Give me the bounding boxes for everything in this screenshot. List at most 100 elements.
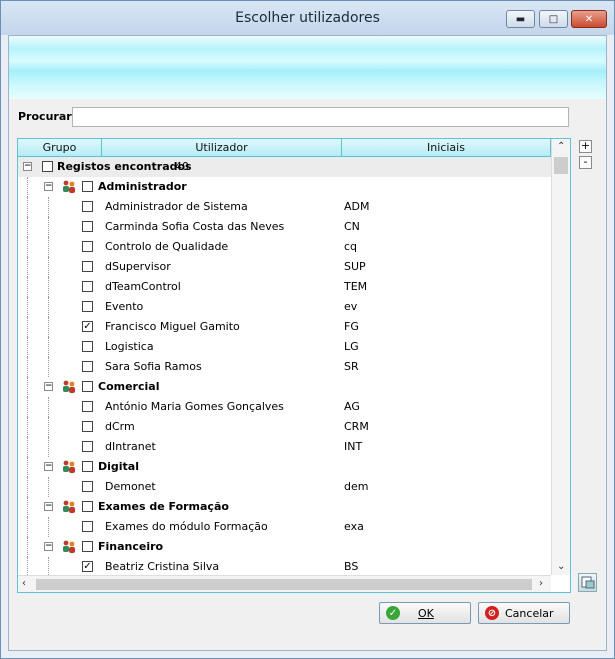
user-row[interactable]: Evento ev xyxy=(18,297,551,317)
group-label: Comercial xyxy=(98,380,160,393)
user-checkbox[interactable] xyxy=(82,301,93,312)
user-name: Carminda Sofia Costa das Neves xyxy=(105,220,285,233)
collapse-all-button[interactable]: - xyxy=(579,156,592,169)
user-checkbox[interactable] xyxy=(82,221,93,232)
user-checkbox[interactable] xyxy=(82,441,93,452)
root-checkbox[interactable] xyxy=(42,161,53,172)
scroll-up-icon[interactable]: ⌃ xyxy=(557,141,565,152)
user-initials: LG xyxy=(344,340,359,353)
users-group-icon xyxy=(62,180,76,193)
group-row[interactable]: − Digital xyxy=(18,457,551,477)
tree-line xyxy=(48,337,49,357)
scroll-right-icon[interactable]: › xyxy=(539,578,543,589)
user-row[interactable]: dTeamControl TEM xyxy=(18,277,551,297)
column-header-grupo[interactable]: Grupo xyxy=(18,139,102,156)
user-row[interactable]: Controlo de Qualidade cq xyxy=(18,237,551,257)
user-checkbox[interactable] xyxy=(82,201,93,212)
user-row[interactable]: dCrm CRM xyxy=(18,417,551,437)
user-initials: TEM xyxy=(344,280,368,293)
export-button[interactable] xyxy=(578,573,597,592)
close-button[interactable]: ✕ xyxy=(571,10,607,28)
group-row[interactable]: − Administrador xyxy=(18,177,551,197)
user-initials: BS xyxy=(344,560,359,573)
group-checkbox[interactable] xyxy=(82,461,93,472)
tree-line xyxy=(48,277,49,297)
ok-button[interactable]: ✓ OK xyxy=(379,602,471,624)
search-input[interactable] xyxy=(72,107,569,127)
user-name: Controlo de Qualidade xyxy=(105,240,229,253)
root-row[interactable]: − Registos encontrados 40 xyxy=(18,157,551,177)
user-initials: FG xyxy=(344,320,359,333)
collapse-icon[interactable]: − xyxy=(44,382,53,391)
column-header-iniciais[interactable]: Iniciais xyxy=(342,139,551,156)
horizontal-scrollbar[interactable]: ‹ › xyxy=(18,575,551,592)
group-checkbox[interactable] xyxy=(82,181,93,192)
user-checkbox[interactable]: ✓ xyxy=(82,321,93,332)
user-row[interactable]: dSupervisor SUP xyxy=(18,257,551,277)
user-checkbox[interactable]: ✓ xyxy=(82,561,93,572)
user-checkbox[interactable] xyxy=(82,261,93,272)
expand-all-button[interactable]: + xyxy=(579,140,592,153)
group-row[interactable]: − Comercial xyxy=(18,377,551,397)
user-row[interactable]: António Maria Gomes Gonçalves AG xyxy=(18,397,551,417)
cancel-button[interactable]: ⊘ Cancelar xyxy=(478,602,570,624)
tree-line xyxy=(27,537,28,557)
group-label: Digital xyxy=(98,460,139,473)
user-row[interactable]: ✓ Francisco Miguel Gamito FG xyxy=(18,317,551,337)
column-header-utilizador[interactable]: Utilizador xyxy=(102,139,342,156)
user-name: dSupervisor xyxy=(105,260,171,273)
tree-line xyxy=(27,177,28,197)
user-name: Exames do módulo Formação xyxy=(105,520,268,533)
user-checkbox[interactable] xyxy=(82,401,93,412)
tree-line xyxy=(27,297,28,317)
user-checkbox[interactable] xyxy=(82,281,93,292)
group-row[interactable]: − Financeiro xyxy=(18,537,551,557)
user-checkbox[interactable] xyxy=(82,421,93,432)
collapse-icon[interactable]: − xyxy=(44,502,53,511)
title-bar[interactable]: Escolher utilizadores ▬ □ ✕ xyxy=(1,1,614,35)
user-checkbox[interactable] xyxy=(82,521,93,532)
collapse-icon[interactable]: − xyxy=(44,542,53,551)
maximize-icon: □ xyxy=(548,13,559,25)
user-row[interactable]: Sara Sofia Ramos SR xyxy=(18,357,551,377)
tree-line xyxy=(27,377,28,397)
user-checkbox[interactable] xyxy=(82,481,93,492)
user-row[interactable]: dIntranet INT xyxy=(18,437,551,457)
tree-line xyxy=(27,317,28,337)
user-row[interactable]: Logistica LG xyxy=(18,337,551,357)
vertical-scrollbar[interactable]: ⌃ ⌄ xyxy=(551,139,570,575)
user-name: António Maria Gomes Gonçalves xyxy=(105,400,284,413)
scroll-down-icon[interactable]: ⌄ xyxy=(557,561,565,572)
maximize-button[interactable]: □ xyxy=(539,10,568,28)
user-name: dIntranet xyxy=(105,440,156,453)
root-label: Registos encontrados xyxy=(57,160,192,173)
user-name: dCrm xyxy=(105,420,135,433)
user-row[interactable]: Exames do módulo Formação exa xyxy=(18,517,551,537)
minimize-icon: ▬ xyxy=(515,13,526,25)
user-checkbox[interactable] xyxy=(82,361,93,372)
tree-line xyxy=(48,197,49,217)
user-row[interactable]: ✓ Beatriz Cristina Silva BS xyxy=(18,557,551,575)
user-row[interactable]: Carminda Sofia Costa das Neves CN xyxy=(18,217,551,237)
user-row[interactable]: Demonet dem xyxy=(18,477,551,497)
horizontal-scroll-thumb[interactable] xyxy=(36,579,532,590)
group-row[interactable]: − Exames de Formação xyxy=(18,497,551,517)
collapse-icon[interactable]: − xyxy=(23,162,32,171)
minimize-button[interactable]: ▬ xyxy=(506,10,535,28)
tree-line xyxy=(48,557,49,575)
tree-line xyxy=(48,517,49,537)
vertical-scroll-thumb[interactable] xyxy=(554,157,568,174)
group-checkbox[interactable] xyxy=(82,381,93,392)
user-name: Administrador de Sistema xyxy=(105,200,248,213)
user-checkbox[interactable] xyxy=(82,341,93,352)
scroll-left-icon[interactable]: ‹ xyxy=(22,578,26,589)
collapse-icon[interactable]: − xyxy=(44,182,53,191)
user-initials: CN xyxy=(344,220,360,233)
group-checkbox[interactable] xyxy=(82,541,93,552)
user-row[interactable]: Administrador de Sistema ADM xyxy=(18,197,551,217)
group-checkbox[interactable] xyxy=(82,501,93,512)
user-checkbox[interactable] xyxy=(82,241,93,252)
user-name: Evento xyxy=(105,300,144,313)
tree-line xyxy=(48,397,49,417)
collapse-icon[interactable]: − xyxy=(44,462,53,471)
